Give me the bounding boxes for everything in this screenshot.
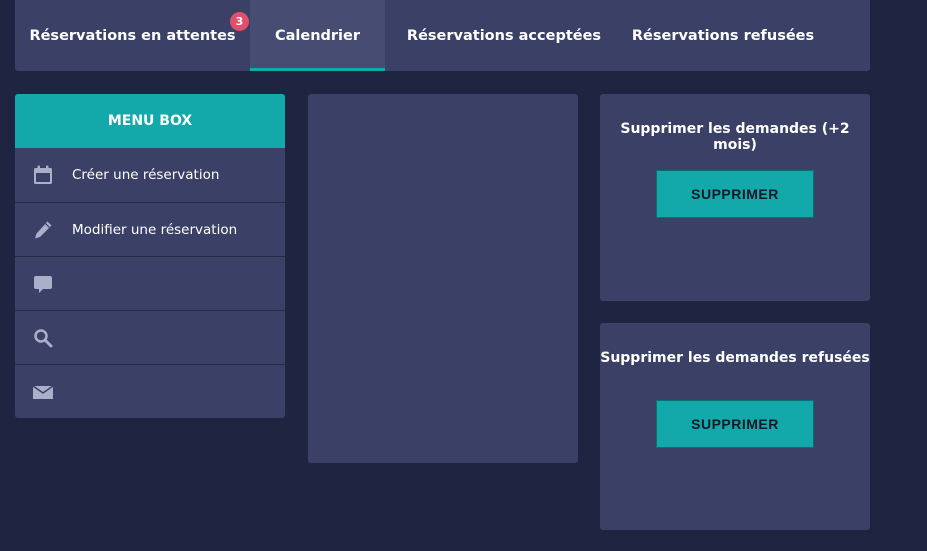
calendar-icon bbox=[32, 164, 54, 186]
tab-label: Réservations en attentes bbox=[29, 27, 236, 44]
delete-old-requests-card: Supprimer les demandes (+2 mois) SUPPRIM… bbox=[600, 94, 870, 301]
delete-refused-requests-card: Supprimer les demandes refusées SUPPRIME… bbox=[600, 323, 870, 530]
menu-item-label: Créer une réservation bbox=[72, 167, 220, 183]
tab-bar: Réservations en attentes 3 Calendrier Ré… bbox=[15, 0, 870, 71]
tab-label: Calendrier bbox=[274, 27, 361, 44]
menu-item-messages[interactable] bbox=[15, 256, 285, 310]
menu-box-header: MENU BOX bbox=[15, 94, 285, 148]
menu-item-search[interactable] bbox=[15, 310, 285, 364]
menu-item-create-reservation[interactable]: Créer une réservation bbox=[15, 148, 285, 202]
menu-item-label: Modifier une réservation bbox=[72, 221, 238, 238]
tab-reservations-accepted[interactable]: Réservations acceptées bbox=[385, 0, 623, 71]
delete-old-requests-button[interactable]: SUPPRIMER bbox=[656, 170, 814, 218]
search-icon bbox=[32, 327, 54, 349]
menu-item-mail[interactable] bbox=[15, 364, 285, 418]
card-title: Supprimer les demandes refusées bbox=[600, 350, 870, 366]
tab-label: Réservations acceptées bbox=[406, 27, 602, 44]
pending-count-badge: 3 bbox=[230, 12, 249, 31]
tab-label: Réservations refusées bbox=[631, 27, 815, 44]
mail-icon bbox=[32, 381, 54, 403]
menu-box: MENU BOX Créer une réservation Modifier … bbox=[15, 94, 285, 418]
calendar-panel bbox=[308, 94, 578, 463]
pencil-icon bbox=[32, 219, 54, 241]
card-title: Supprimer les demandes (+2 mois) bbox=[620, 121, 850, 153]
tab-reservations-refused[interactable]: Réservations refusées bbox=[623, 0, 823, 71]
tab-calendar[interactable]: Calendrier bbox=[250, 0, 385, 71]
menu-item-edit-reservation[interactable]: Modifier une réservation bbox=[15, 202, 285, 256]
chat-icon bbox=[32, 273, 54, 295]
delete-refused-requests-button[interactable]: SUPPRIMER bbox=[656, 400, 814, 448]
tab-reservations-pending[interactable]: Réservations en attentes 3 bbox=[15, 0, 250, 71]
